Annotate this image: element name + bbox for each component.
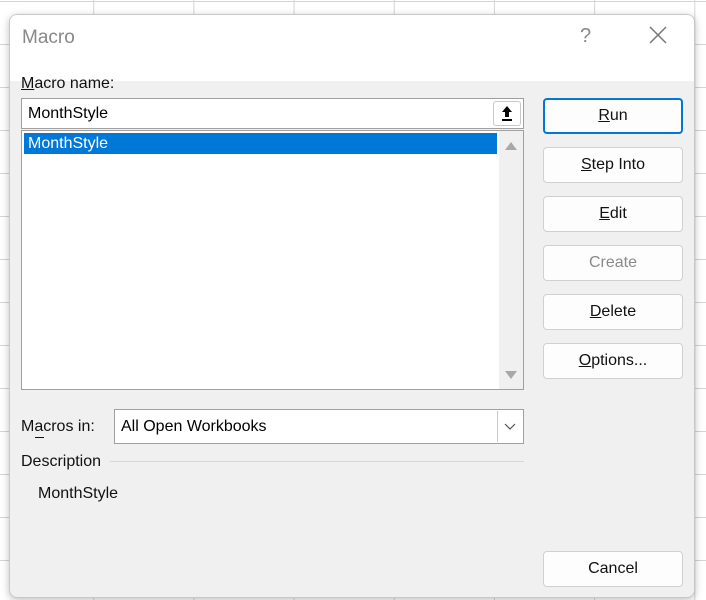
edit-button[interactable]: Edit (543, 196, 683, 232)
up-arrow-icon (502, 106, 512, 121)
description-text: MonthStyle (38, 485, 119, 502)
upload-button[interactable] (493, 101, 521, 126)
help-button[interactable]: ? (580, 25, 591, 48)
scroll-up-icon[interactable] (505, 142, 517, 150)
macro-dialog: Macro ? Macro name: MonthStyle MonthStyl… (9, 14, 695, 598)
delete-button-label: Delete (589, 303, 637, 320)
dialog-title: Macro (22, 27, 75, 48)
create-button[interactable]: Create (543, 245, 683, 281)
step-into-button[interactable]: Step Into (543, 147, 683, 183)
chevron-down-icon[interactable] (497, 411, 522, 442)
macro-list[interactable]: MonthStyle (21, 130, 524, 390)
options-button[interactable]: Options... (543, 343, 683, 379)
list-scrollbar[interactable] (499, 131, 523, 389)
cancel-button[interactable]: Cancel (543, 551, 683, 587)
description-label: Description (21, 453, 102, 470)
step-into-button-label: Step Into (580, 156, 646, 173)
delete-button[interactable]: Delete (543, 294, 683, 330)
macros-in-label: Macros in: (21, 418, 95, 435)
create-button-label: Create (588, 254, 638, 271)
run-button-label: Run (598, 107, 628, 124)
edit-button-label: Edit (599, 205, 627, 222)
description-divider (110, 461, 524, 462)
macros-in-value: All Open Workbooks (121, 418, 267, 435)
title-bar: Macro ? (10, 15, 694, 81)
list-item[interactable]: MonthStyle (24, 133, 497, 154)
run-button[interactable]: Run (543, 98, 683, 134)
cancel-button-label: Cancel (588, 560, 638, 577)
close-icon[interactable] (646, 23, 670, 47)
options-button-label: Options... (578, 352, 648, 369)
macro-name-input[interactable]: MonthStyle (21, 98, 524, 129)
macro-name-label: Macro name: (21, 75, 115, 92)
macros-in-mnemonic-underline (35, 437, 44, 438)
macros-in-select[interactable]: All Open Workbooks (114, 409, 524, 444)
scroll-down-icon[interactable] (505, 371, 517, 379)
macro-name-value: MonthStyle (28, 105, 109, 122)
